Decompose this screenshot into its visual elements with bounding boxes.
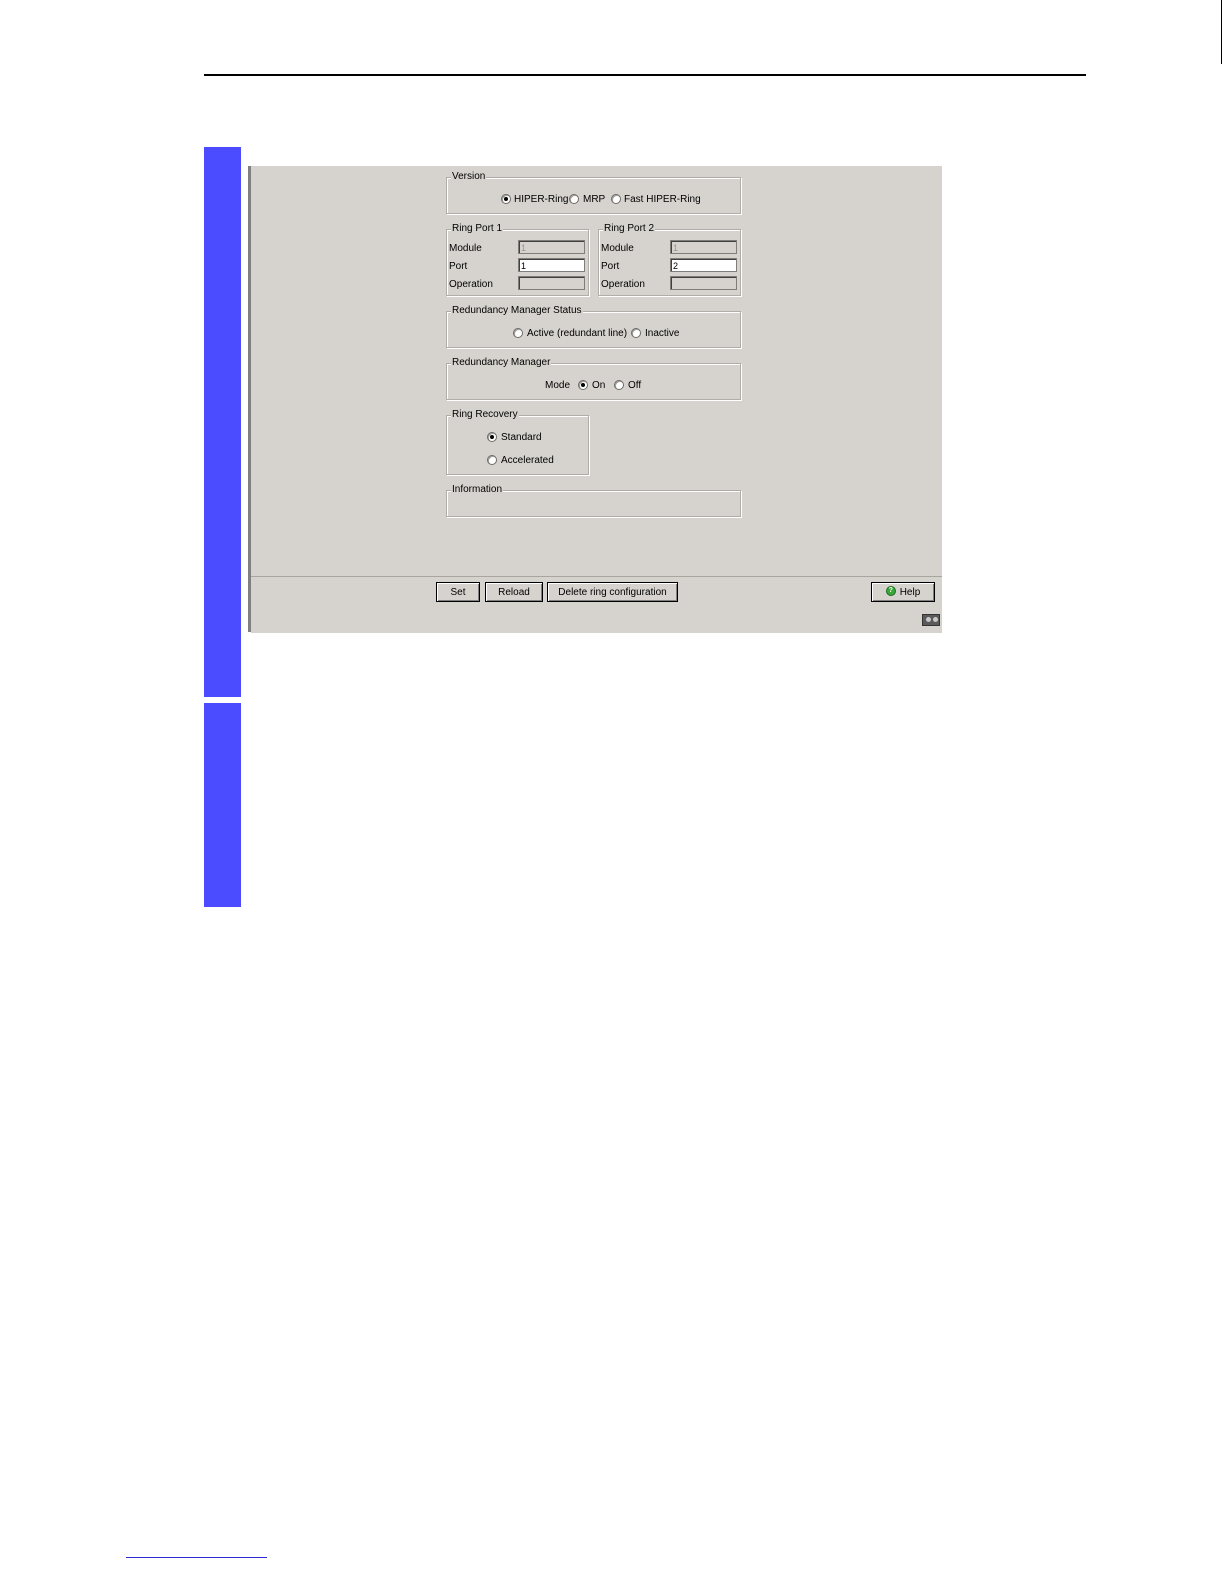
mrp-radio[interactable]	[569, 194, 579, 204]
delete-ring-configuration-button[interactable]: Delete ring configuration	[547, 582, 678, 602]
rm-inactive-radio[interactable]	[631, 328, 641, 338]
ring-port-2-legend: Ring Port 2	[603, 223, 656, 235]
help-icon: ?	[885, 586, 896, 597]
ring-recovery-legend: Ring Recovery	[451, 409, 519, 421]
rm-on-radio[interactable]	[578, 380, 588, 390]
set-button[interactable]: Set	[436, 582, 480, 602]
rm-mode-label: Mode	[545, 380, 571, 391]
fast-hiper-ring-radio[interactable]	[611, 194, 621, 204]
rm-legend: Redundancy Manager	[451, 357, 552, 369]
rp2-operation-field	[670, 276, 737, 290]
rp1-port-label: Port	[449, 261, 468, 272]
help-button-label: Help	[899, 587, 921, 598]
rp2-module-field: 1	[670, 240, 737, 254]
rp2-port-label: Port	[601, 261, 620, 272]
rm-inactive-label: Inactive	[645, 328, 680, 339]
header-rule	[204, 74, 1086, 76]
reload-button[interactable]: Reload	[485, 582, 543, 602]
rp1-operation-field	[518, 276, 585, 290]
hiper-ring-radio[interactable]	[501, 194, 511, 204]
fast-hiper-ring-label: Fast HIPER-Ring	[624, 194, 701, 205]
rm-off-radio[interactable]	[614, 380, 624, 390]
information-legend: Information	[451, 484, 504, 496]
standard-radio[interactable]	[487, 432, 497, 442]
hiper-ring-label: HIPER-Ring	[514, 194, 569, 205]
rp1-port-field[interactable]: 1	[518, 258, 585, 272]
rp1-module-field: 1	[518, 240, 585, 254]
rm-on-label: On	[592, 380, 606, 391]
side-tab-upper	[204, 147, 241, 697]
ring-port-1-legend: Ring Port 1	[451, 223, 504, 235]
standard-label: Standard	[501, 432, 542, 443]
rp2-port-field[interactable]: 2	[670, 258, 737, 272]
window-left-border	[248, 166, 251, 632]
version-legend: Version	[451, 171, 487, 183]
rp2-module-label: Module	[601, 243, 634, 254]
rp1-module-label: Module	[449, 243, 482, 254]
rp2-operation-label: Operation	[601, 279, 645, 290]
help-button[interactable]: ? Help	[871, 582, 935, 602]
rm-active-label: Active (redundant line)	[527, 328, 628, 339]
rp1-operation-label: Operation	[449, 279, 493, 290]
rm-status-legend: Redundancy Manager Status	[451, 305, 583, 317]
side-tab-lower	[204, 703, 241, 907]
crop-mark	[1221, 0, 1222, 64]
mrp-label: MRP	[583, 194, 606, 205]
information-group: Information	[446, 484, 741, 517]
rm-active-radio[interactable]	[513, 328, 523, 338]
applet-status-icon	[922, 614, 940, 626]
accelerated-radio[interactable]	[487, 455, 497, 465]
accelerated-label: Accelerated	[501, 455, 554, 466]
rm-off-label: Off	[628, 380, 642, 391]
footer-link-underline	[126, 1557, 267, 1558]
